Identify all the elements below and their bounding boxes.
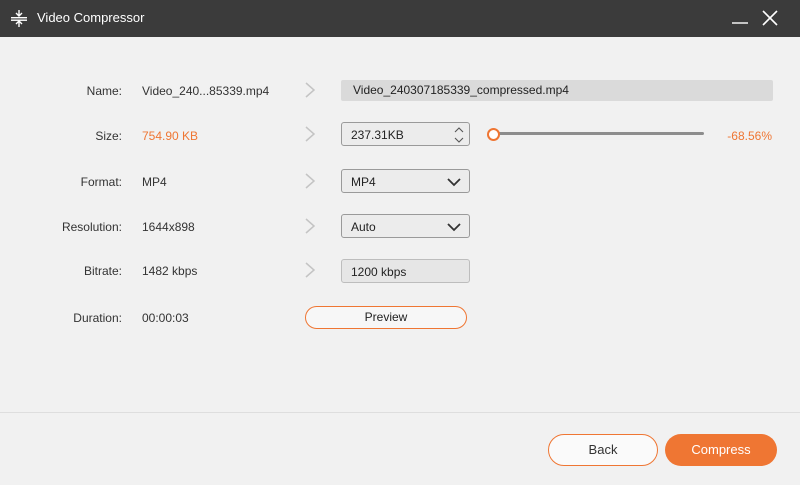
title-bar: Video Compressor	[0, 0, 800, 37]
chevron-down-icon	[447, 223, 461, 232]
source-size: 754.90 KB	[142, 129, 199, 143]
video-compressor-window: Video Compressor Name: Video_240...85339…	[0, 0, 800, 485]
output-bitrate-field: 1200 kbps	[341, 259, 470, 283]
size-slider[interactable]	[487, 128, 704, 141]
size-label: Size:	[95, 129, 122, 143]
source-format: MP4	[142, 175, 167, 189]
format-label: Format:	[80, 175, 122, 189]
source-duration: 00:00:03	[142, 311, 189, 325]
back-button[interactable]: Back	[548, 434, 658, 466]
size-reduction-percent: -68.56%	[727, 129, 772, 143]
output-bitrate: 1200 kbps	[351, 265, 407, 279]
name-label: Name:	[86, 84, 122, 98]
footer-divider	[0, 412, 800, 413]
chevron-right-icon	[305, 218, 316, 234]
window-title: Video Compressor	[37, 10, 145, 25]
minimize-icon[interactable]	[730, 8, 750, 28]
bitrate-label: Bitrate:	[83, 264, 122, 278]
chevron-right-icon	[305, 82, 316, 98]
chevron-down-icon	[447, 178, 461, 187]
output-format: MP4	[351, 175, 376, 189]
preview-button[interactable]: Preview	[305, 306, 467, 329]
chevron-right-icon	[305, 126, 316, 142]
chevron-right-icon	[305, 173, 316, 189]
source-name: Video_240...85339.mp4	[142, 84, 270, 98]
source-resolution: 1644x898	[142, 220, 195, 234]
output-name-field[interactable]: Video_240307185339_compressed.mp4	[341, 80, 773, 101]
resolution-label: Resolution:	[61, 220, 122, 234]
output-resolution: Auto	[351, 220, 376, 234]
close-icon[interactable]	[760, 8, 780, 28]
resolution-dropdown[interactable]: Auto	[341, 214, 470, 238]
output-name: Video_240307185339_compressed.mp4	[353, 83, 569, 97]
slider-handle[interactable]	[487, 128, 500, 141]
source-bitrate: 1482 kbps	[142, 264, 198, 278]
spin-down-icon[interactable]	[454, 136, 464, 144]
output-size-stepper[interactable]: 237.31KB	[341, 122, 470, 146]
format-dropdown[interactable]: MP4	[341, 169, 470, 193]
duration-label: Duration:	[73, 311, 122, 325]
spin-up-icon[interactable]	[454, 126, 464, 134]
compress-button[interactable]: Compress	[665, 434, 777, 466]
compress-icon	[11, 10, 27, 27]
chevron-right-icon	[305, 262, 316, 278]
output-size: 237.31KB	[351, 128, 404, 142]
